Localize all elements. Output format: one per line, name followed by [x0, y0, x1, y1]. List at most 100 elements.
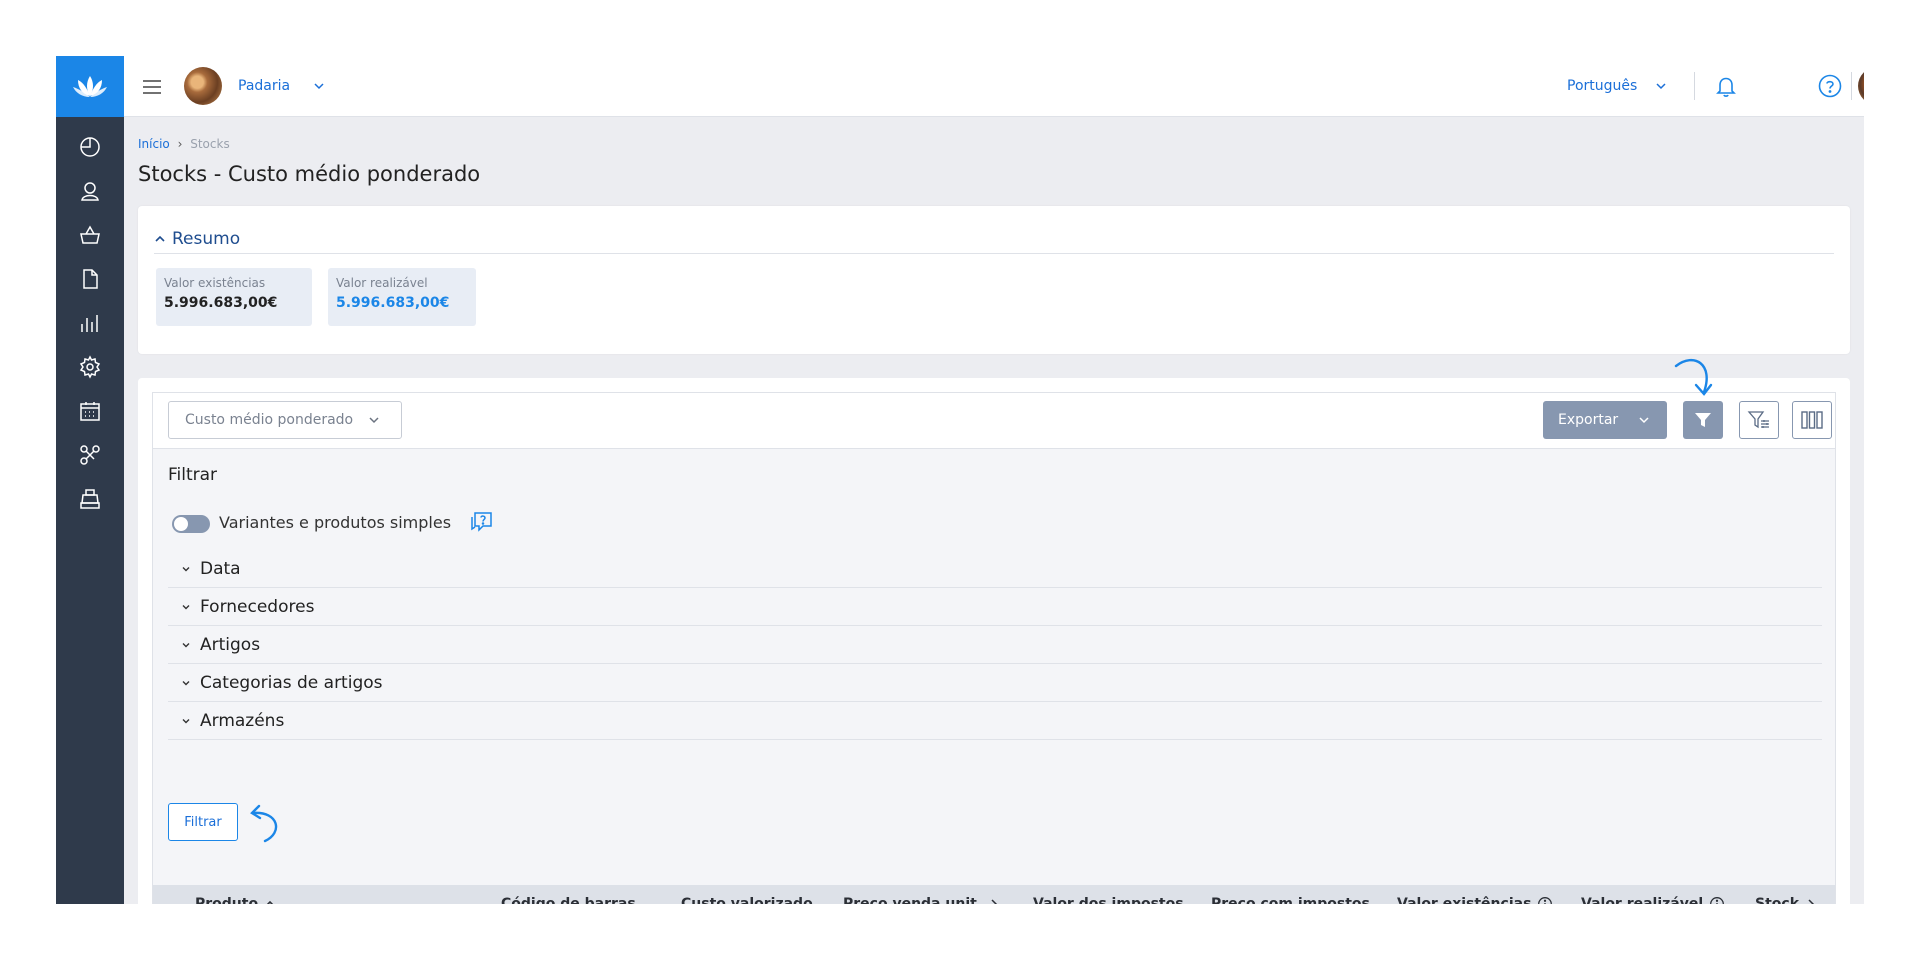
document-icon [83, 269, 98, 289]
settings-icon [79, 355, 101, 379]
language-selector[interactable]: Português [1567, 78, 1637, 94]
basket-icon [80, 225, 100, 244]
filter-button[interactable] [1683, 401, 1723, 439]
filter-section-label: Armazéns [200, 710, 285, 731]
help-chat-icon[interactable] [469, 509, 495, 539]
info-icon[interactable] [1709, 896, 1725, 904]
sidebar-item-reports[interactable] [56, 301, 124, 345]
columns-icon [1801, 411, 1823, 429]
chevron-up-icon [155, 235, 165, 242]
chevron-right-icon [991, 899, 998, 904]
col-label: Custo valorizado [681, 896, 813, 904]
col-label: Preço venda unit. [843, 896, 983, 904]
filter-section-date[interactable]: Data [168, 550, 1822, 588]
store-chevron-down-icon[interactable] [312, 78, 326, 97]
help-icon[interactable] [1816, 72, 1844, 104]
summary-card: Resumo Valor existências 5.996.683,00€ V… [138, 206, 1850, 354]
page-title: Stocks - Custo médio ponderado [138, 162, 481, 186]
stocks-panel: Custo médio ponderado Exportar Filtrar V… [152, 392, 1836, 904]
filter-section-label: Artigos [200, 634, 261, 655]
chevron-down-icon [182, 680, 190, 685]
export-button[interactable]: Exportar [1543, 401, 1667, 439]
info-icon[interactable] [1537, 896, 1553, 904]
language-chevron-down-icon[interactable] [1654, 78, 1668, 97]
export-label: Exportar [1558, 412, 1619, 428]
sidebar-item-settings[interactable] [56, 345, 124, 389]
logo[interactable] [56, 56, 124, 117]
sidebar-item-sales[interactable] [56, 213, 124, 257]
filter-settings-icon [1747, 411, 1769, 429]
lotus-logo-icon [73, 75, 107, 97]
user-icon [81, 182, 99, 201]
kpi-value: 5.996.683,00€ [336, 295, 450, 311]
filter-section-warehouses[interactable]: Armazéns [168, 702, 1822, 740]
breadcrumb: Início › Stocks [138, 137, 230, 151]
sidebar-item-pos[interactable] [56, 477, 124, 521]
filter-section-label: Data [200, 558, 241, 579]
summary-title: Resumo [172, 228, 241, 249]
col-unit-price[interactable]: Preço venda unit. [843, 896, 1000, 904]
filter-section-categories[interactable]: Categorias de artigos [168, 664, 1822, 702]
chevron-down-icon [182, 566, 190, 571]
col-price-with-tax[interactable]: Preço com impostos [1211, 896, 1370, 904]
breadcrumb-separator: › [177, 137, 183, 151]
sidebar-item-documents[interactable] [56, 257, 124, 301]
col-label: Valor realizável [1581, 896, 1704, 904]
filter-section-label: Fornecedores [200, 596, 315, 617]
reports-icon [81, 315, 98, 332]
sidebar-item-users[interactable] [56, 169, 124, 213]
variants-toggle-label: Variantes e produtos simples [219, 513, 452, 532]
sidebar [56, 56, 124, 904]
breadcrumb-home-link[interactable]: Início [138, 137, 170, 151]
col-barcode[interactable]: Código de barras [501, 896, 636, 904]
col-stock-value[interactable]: Valor existências [1397, 896, 1553, 904]
col-tax-value[interactable]: Valor dos impostos [1033, 896, 1184, 904]
filter-section-suppliers[interactable]: Fornecedores [168, 588, 1822, 626]
calendar-icon [80, 402, 100, 421]
app-frame: Padaria Português Início › Stocks Stocks… [56, 56, 1864, 904]
apply-filter-button[interactable]: Filtrar [168, 803, 238, 841]
col-label: Produto [195, 896, 259, 904]
filter-section-articles[interactable]: Artigos [168, 626, 1822, 664]
col-label: Preço com impostos [1211, 896, 1370, 904]
user-avatar[interactable] [1858, 67, 1864, 105]
col-realizable-value[interactable]: Valor realizável [1581, 896, 1725, 904]
header-divider-2 [1851, 72, 1852, 100]
columns-button[interactable] [1792, 401, 1832, 439]
stocks-card: Custo médio ponderado Exportar Filtrar V… [138, 378, 1850, 904]
curved-arrow-to-filter-icon [1674, 359, 1713, 396]
stocks-toolbar: Custo médio ponderado Exportar [153, 393, 1835, 449]
valuation-method-select[interactable]: Custo médio ponderado [168, 401, 402, 439]
col-label: Valor existências [1397, 896, 1532, 904]
sidebar-item-calendar[interactable] [56, 389, 124, 433]
curved-arrow-to-filter-button-icon [250, 804, 278, 843]
store-avatar[interactable] [184, 67, 222, 105]
summary-toggle[interactable]: Resumo [154, 224, 1834, 254]
integrations-icon [80, 445, 100, 465]
filter-section-label: Categorias de artigos [200, 672, 383, 693]
dashboard-icon [80, 137, 100, 157]
kpi-label: Valor realizável [336, 276, 428, 290]
store-name[interactable]: Padaria [238, 78, 290, 94]
menu-toggle-button[interactable] [138, 73, 166, 101]
filter-panel-title: Filtrar [168, 465, 218, 485]
notifications-bell-icon[interactable] [1712, 72, 1740, 104]
kpi-realizable-value: Valor realizável 5.996.683,00€ [328, 268, 476, 326]
col-product[interactable]: Produto [195, 896, 276, 904]
header-divider [1694, 72, 1695, 100]
chevron-right-icon [1808, 899, 1815, 904]
valuation-method-value: Custo médio ponderado [185, 412, 354, 428]
col-stock[interactable]: Stock [1755, 896, 1817, 904]
col-valued-cost[interactable]: Custo valorizado [681, 896, 813, 904]
filter-panel: Filtrar Variantes e produtos simples Dat… [153, 449, 1835, 885]
chevron-down-icon [1639, 417, 1649, 424]
stocks-table-header: Produto Código de barras Custo valorizad… [153, 885, 1835, 904]
variants-toggle[interactable] [172, 515, 210, 533]
filter-icon [1695, 413, 1711, 427]
col-label: Valor dos impostos [1033, 896, 1184, 904]
chevron-down-icon [182, 718, 190, 723]
col-label: Código de barras [501, 896, 636, 904]
advanced-filter-button[interactable] [1739, 401, 1779, 439]
sidebar-item-dashboard[interactable] [56, 125, 124, 169]
sidebar-item-integrations[interactable] [56, 433, 124, 477]
